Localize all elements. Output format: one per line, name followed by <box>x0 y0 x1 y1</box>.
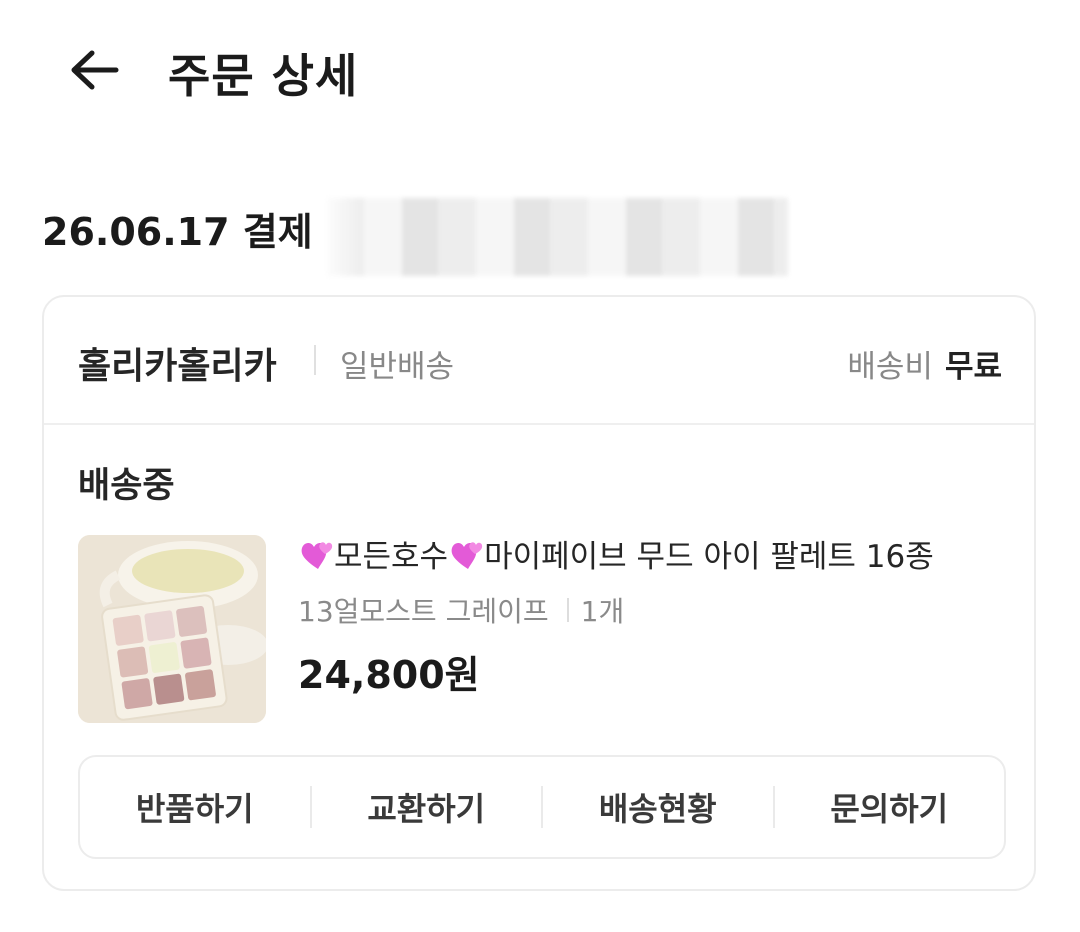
product-name: 모든호수 마이페이브 무드 아이 팔레트 16종 <box>298 531 998 576</box>
top-bar: 주문 상세 <box>0 0 1080 140</box>
seller-header: 홀리카홀리카 일반배송 배송비 무료 <box>44 297 1034 425</box>
divider <box>314 345 316 375</box>
product-info[interactable]: 모든호수 마이페이브 무드 아이 팔레트 16종 13얼모스트 그레이프 1개 … <box>298 531 998 699</box>
return-button[interactable]: 반품하기 <box>80 757 310 857</box>
inquiry-button[interactable]: 문의하기 <box>775 757 1005 857</box>
shipping-fee-value: 무료 <box>944 349 1002 385</box>
product-option: 13얼모스트 그레이프 <box>298 595 549 628</box>
shipping-fee-label: 배송비 <box>847 349 933 385</box>
shipping-fee: 배송비 무료 <box>847 341 1002 386</box>
product-price: 24,800원 <box>298 653 480 697</box>
back-button[interactable] <box>64 44 124 96</box>
seller-name[interactable]: 홀리카홀리카 <box>78 337 277 389</box>
order-card: 홀리카홀리카 일반배송 배송비 무료 배송중 모든호수 마이페이브 무드 아이 … <box>42 295 1036 891</box>
order-number-redacted <box>326 198 788 276</box>
product-name-part1: 모든호수 <box>334 539 449 575</box>
divider <box>566 598 569 622</box>
heart-emoji-icon <box>301 542 333 569</box>
product-option-row: 13얼모스트 그레이프 1개 <box>298 590 998 630</box>
order-date-row: 26.06.17 결제 <box>42 196 313 260</box>
page-title: 주문 상세 <box>168 49 359 103</box>
order-actions: 반품하기 교환하기 배송현황 문의하기 <box>78 755 1006 859</box>
product-image[interactable] <box>78 535 266 723</box>
eyeshadow-palette-image <box>78 535 266 723</box>
tracking-button[interactable]: 배송현황 <box>543 757 773 857</box>
heart-emoji-icon <box>451 542 483 569</box>
product-name-part2: 마이페이브 무드 아이 팔레트 16종 <box>484 539 934 575</box>
shipping-type: 일반배송 <box>340 349 455 385</box>
product-quantity: 1개 <box>580 595 625 628</box>
order-date: 26.06.17 결제 <box>42 209 313 254</box>
exchange-button[interactable]: 교환하기 <box>312 757 542 857</box>
delivery-status: 배송중 <box>78 466 175 506</box>
arrow-left-icon <box>71 50 119 90</box>
